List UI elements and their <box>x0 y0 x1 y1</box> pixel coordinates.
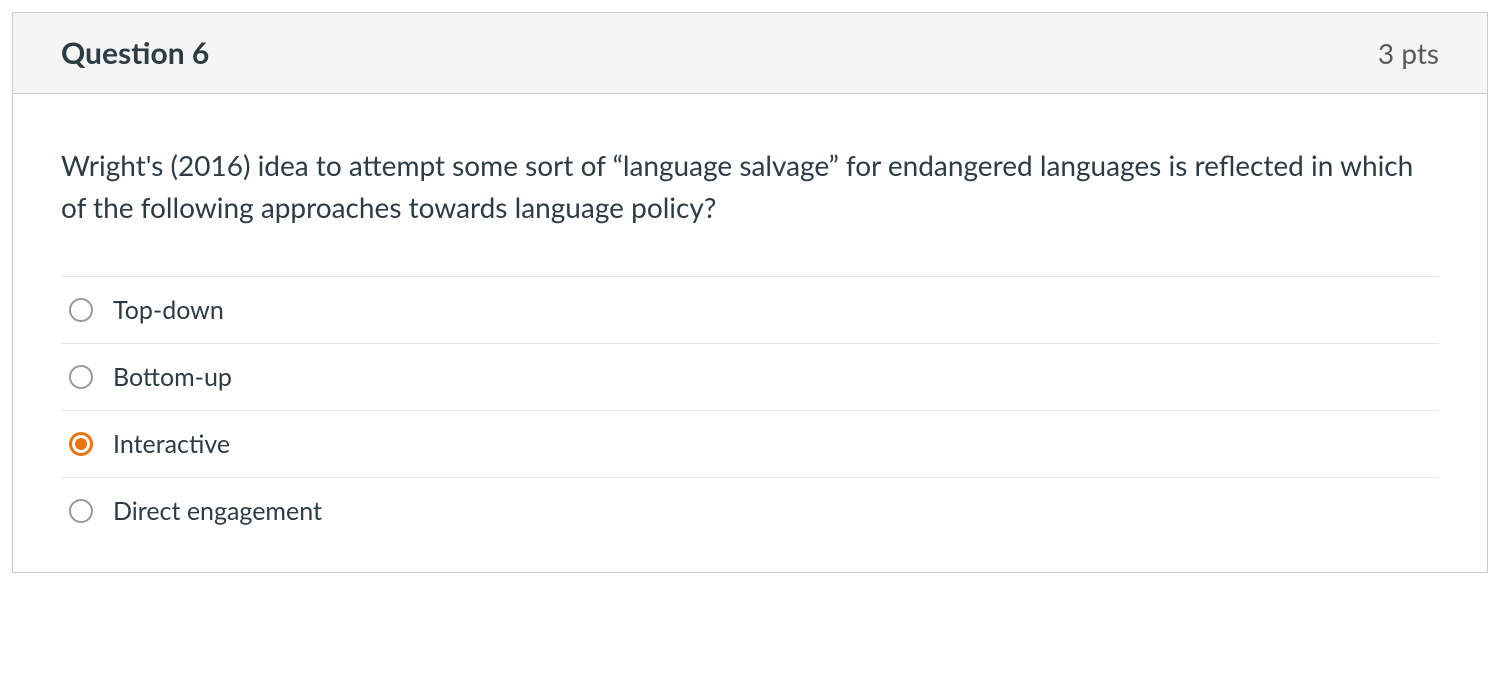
answer-option[interactable]: Direct engagement <box>61 477 1439 544</box>
radio-icon <box>69 499 93 523</box>
answer-option[interactable]: Interactive <box>61 410 1439 477</box>
answer-label: Top-down <box>113 295 224 325</box>
radio-icon <box>69 432 93 456</box>
question-text: Wright's (2016) idea to attempt some sor… <box>61 144 1439 228</box>
answer-label: Interactive <box>113 429 230 459</box>
answers-list: Top-down Bottom-up Interactive Direct en… <box>61 276 1439 544</box>
radio-inner-icon <box>75 438 87 450</box>
question-title: Question 6 <box>61 35 209 71</box>
answer-label: Direct engagement <box>113 496 322 526</box>
answer-label: Bottom-up <box>113 362 232 392</box>
answer-option[interactable]: Bottom-up <box>61 343 1439 410</box>
answer-option[interactable]: Top-down <box>61 276 1439 343</box>
question-card: Question 6 3 pts Wright's (2016) idea to… <box>12 12 1488 573</box>
question-body: Wright's (2016) idea to attempt some sor… <box>13 94 1487 572</box>
radio-icon <box>69 365 93 389</box>
question-header: Question 6 3 pts <box>13 13 1487 94</box>
radio-icon <box>69 298 93 322</box>
question-points: 3 pts <box>1378 36 1439 70</box>
